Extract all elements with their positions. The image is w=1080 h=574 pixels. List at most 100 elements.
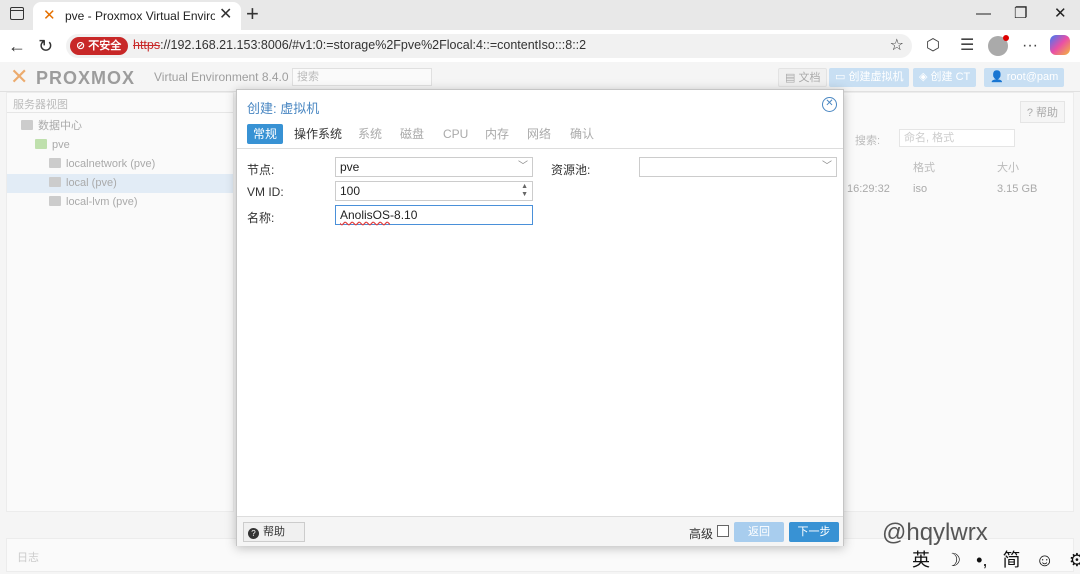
help-label: 帮助 xyxy=(263,526,285,538)
tree-label: localnetwork (pve) xyxy=(66,158,156,170)
pool-select[interactable]: ﹀ xyxy=(639,157,837,177)
proxmox-logo-icon: ✕ xyxy=(10,64,29,89)
create-vm-button[interactable]: ▭ 创建虚拟机 xyxy=(829,68,910,87)
ime-punct[interactable]: •, xyxy=(976,550,987,570)
restore-icon[interactable]: ❐ xyxy=(1014,4,1027,24)
new-tab-icon[interactable]: + xyxy=(246,2,259,26)
tree-label: pve xyxy=(52,139,70,151)
favorites-icon[interactable]: ☰ xyxy=(960,36,974,56)
ime-simplified[interactable]: 简 xyxy=(1003,550,1021,570)
docs-label: 文档 xyxy=(798,72,821,84)
ime-moon-icon[interactable]: ☽ xyxy=(945,550,961,570)
tab-cpu[interactable]: CPU xyxy=(443,124,468,144)
user-icon: 👤 xyxy=(990,71,1007,83)
chevron-down-icon: ﹀ xyxy=(518,161,528,172)
copilot-icon[interactable] xyxy=(1050,35,1070,55)
create-vm-label: 创建虚拟机 xyxy=(848,71,904,83)
advanced-checkbox[interactable] xyxy=(717,525,729,537)
tab-system[interactable]: 系统 xyxy=(358,124,382,144)
tab-os[interactable]: 操作系统 xyxy=(294,124,342,144)
cube-icon: ◈ xyxy=(919,71,931,83)
node-label: 节点: xyxy=(247,163,275,177)
column-size[interactable]: 大小 xyxy=(997,159,1019,175)
content-search-input[interactable]: 命名, 格式 xyxy=(899,129,1015,147)
tab-confirm[interactable]: 确认 xyxy=(570,124,594,144)
tab-close-icon[interactable]: ✕ xyxy=(219,6,232,24)
ime-emoji-icon[interactable]: ☺ xyxy=(1036,550,1054,570)
url-field[interactable]: ⊘ 不安全 https://192.168.21.153:8006/#v1:0:… xyxy=(66,34,912,58)
vm-name-input[interactable]: AnolisOS-8.10 xyxy=(335,205,533,225)
column-format[interactable]: 格式 xyxy=(913,159,935,175)
minimize-icon[interactable]: — xyxy=(976,4,991,24)
more-menu-icon[interactable]: ··· xyxy=(1022,36,1038,56)
tab-general[interactable]: 常规 xyxy=(247,124,284,144)
panel-help-button[interactable]: ? 帮助 xyxy=(1019,101,1065,123)
refresh-icon[interactable]: ↻ xyxy=(38,35,53,57)
profile-avatar[interactable] xyxy=(988,35,1009,56)
browser-tab[interactable]: ✕ pve - Proxmox Virtual Environment ✕ xyxy=(33,2,241,30)
proxmox-favicon-icon: ✕ xyxy=(43,7,56,24)
tree-label: 数据中心 xyxy=(38,120,82,132)
tab-actions-icon[interactable] xyxy=(10,7,24,20)
ime-lang[interactable]: 英 xyxy=(912,550,930,570)
create-vm-dialog: 创建: 虚拟机 ✕ 常规 操作系统 系统 磁盘 CPU 内存 网络 确认 节点:… xyxy=(236,89,844,546)
vmid-label: VM ID: xyxy=(247,185,284,199)
network-grid-icon xyxy=(49,158,61,168)
pve-search-input[interactable]: 搜索 xyxy=(292,68,432,86)
dialog-footer: ? 帮助 高级 返回 下一步 xyxy=(237,516,843,546)
book-icon: ▤ xyxy=(785,72,799,84)
advanced-label: 高级 xyxy=(689,527,714,541)
create-ct-button[interactable]: ◈ 创建 CT xyxy=(913,68,977,87)
server-view-selector[interactable]: 服务器视图 xyxy=(7,93,233,113)
row-size: 3.15 GB xyxy=(997,183,1038,195)
dialog-close-icon[interactable]: ✕ xyxy=(822,97,837,112)
tree-label: local-lvm (pve) xyxy=(66,196,138,208)
url-text: https://192.168.21.153:8006/#v1:0:=stora… xyxy=(133,38,586,52)
insecure-badge[interactable]: ⊘ 不安全 xyxy=(70,37,129,55)
url-path: ://192.168.21.153:8006/#v1:0:=storage%2F… xyxy=(160,38,587,52)
extensions-icon[interactable]: ⬡ xyxy=(926,36,940,56)
tab-memory[interactable]: 内存 xyxy=(485,124,509,144)
log-title[interactable]: 日志 xyxy=(17,549,39,565)
chevron-down-icon: ﹀ xyxy=(822,161,832,172)
spinner-arrows-icon[interactable]: ▲ ▼ xyxy=(521,183,528,199)
row-time: 16:29:32 xyxy=(847,183,890,195)
ime-settings-icon[interactable]: ⚙ xyxy=(1069,550,1080,570)
tab-network[interactable]: 网络 xyxy=(527,124,551,144)
help-icon: ? xyxy=(248,528,259,539)
insecure-label: 不安全 xyxy=(88,40,122,52)
dialog-title: 创建: 虚拟机 xyxy=(247,101,320,116)
url-protocol: https xyxy=(133,38,161,52)
storage-icon xyxy=(49,177,61,187)
dialog-help-button[interactable]: ? 帮助 xyxy=(243,522,305,542)
monitor-icon: ▭ xyxy=(835,71,849,83)
tree-item-node[interactable]: pve xyxy=(7,136,233,155)
warning-icon: ⊘ xyxy=(76,40,89,52)
vmid-spinner[interactable]: 100 ▲ ▼ xyxy=(335,181,533,201)
docs-button[interactable]: ▤ 文档 xyxy=(778,68,828,87)
back-button[interactable]: 返回 xyxy=(734,522,784,542)
tree-item-local[interactable]: local (pve) xyxy=(7,174,233,193)
user-label: root@pam xyxy=(1006,71,1059,83)
favorite-star-icon[interactable]: ☆ xyxy=(890,35,904,57)
datacenter-icon xyxy=(21,120,33,130)
row-format: iso xyxy=(913,183,928,195)
browser-tab-bar: ✕ pve - Proxmox Virtual Environment ✕ + … xyxy=(0,0,1080,30)
tree-item-datacenter[interactable]: 数据中心 xyxy=(7,117,233,136)
address-bar-row: ← ↻ ⊘ 不安全 https://192.168.21.153:8006/#v… xyxy=(0,30,1080,62)
next-button[interactable]: 下一步 xyxy=(789,522,839,542)
node-icon xyxy=(35,139,47,149)
node-select[interactable]: pve ﹀ xyxy=(335,157,533,177)
tree-label: local (pve) xyxy=(66,177,117,189)
tab-disk[interactable]: 磁盘 xyxy=(400,124,424,144)
back-icon[interactable]: ← xyxy=(8,35,26,57)
vm-name-value-suffix: -8.10 xyxy=(390,208,418,222)
create-ct-label: 创建 CT xyxy=(930,71,971,83)
content-panel: ? 帮助 搜索: 命名, 格式 格式 大小 16:29:32 iso 3.15 … xyxy=(842,92,1074,512)
window-close-icon[interactable]: ✕ xyxy=(1054,4,1067,24)
tree-item-local-lvm[interactable]: local-lvm (pve) xyxy=(7,193,233,212)
pve-header: ✕ PROXMOX Virtual Environment 8.4.0 搜索 ▤… xyxy=(0,62,1080,92)
ime-toolbar: 英 ☽ •, 简 ☺ ⚙ xyxy=(912,548,1080,572)
user-menu-button[interactable]: 👤 root@pam xyxy=(984,68,1065,87)
tree-item-localnetwork[interactable]: localnetwork (pve) xyxy=(7,155,233,174)
